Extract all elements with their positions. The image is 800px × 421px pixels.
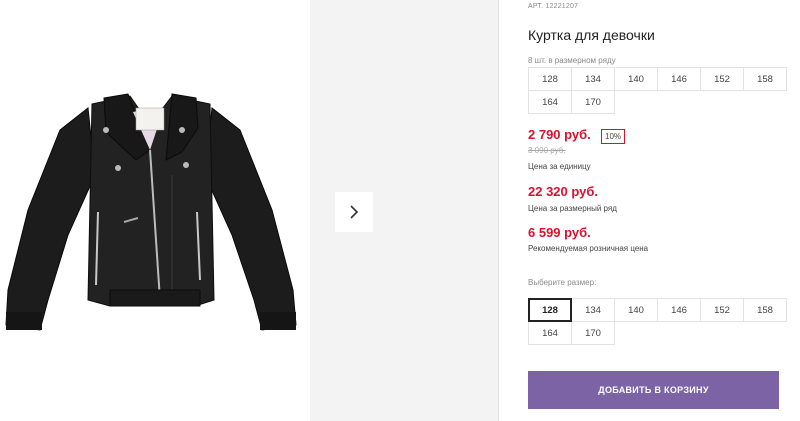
size-option[interactable]: 146 [657,298,701,322]
choose-size-label: Выберите размер: [528,278,597,287]
old-price: 3 090 руб. [528,146,566,155]
pack-size-cell: 170 [571,90,615,114]
size-option[interactable]: 164 [528,321,572,345]
pack-size-cell: 134 [571,67,615,91]
size-option[interactable]: 140 [614,298,658,322]
pack-size-cell: 158 [743,67,787,91]
article-number: АРТ. 12221207 [528,3,579,10]
pack-size-cell: 164 [528,90,572,114]
chevron-right-icon [350,205,359,219]
size-option-selected[interactable]: 128 [528,298,572,322]
panel-divider [498,0,499,421]
product-image [0,0,310,421]
unit-price-caption: Цена за единицу [528,162,591,171]
jacket-image [5,93,297,331]
pack-size-grid: 128 134 140 146 152 158 164 170 [528,67,787,114]
pack-size-cell: 146 [657,67,701,91]
pack-size-cell: 128 [528,67,572,91]
row-price: 22 320 руб. [528,184,599,199]
rrp-price-caption: Рекомендуемая розничная цена [528,244,649,253]
add-to-cart-button[interactable]: ДОБАВИТЬ В КОРЗИНУ [528,371,779,409]
rrp-price: 6 599 руб. [528,225,591,240]
size-selector: 128 134 140 146 152 158 164 170 [528,298,787,345]
gallery-next-button[interactable] [335,192,373,232]
size-option[interactable]: 134 [571,298,615,322]
pack-size-label: 8 шт. в размерном ряду [528,56,616,65]
unit-price: 2 790 руб. [528,127,591,142]
size-option[interactable]: 170 [571,321,615,345]
row-price-caption: Цена за размерный ряд [528,204,617,213]
pack-size-cell: 140 [614,67,658,91]
discount-badge: 10% [601,129,626,144]
product-title: Куртка для девочки [528,27,655,43]
size-option[interactable]: 158 [743,298,787,322]
pack-size-cell: 152 [700,67,744,91]
size-option[interactable]: 152 [700,298,744,322]
